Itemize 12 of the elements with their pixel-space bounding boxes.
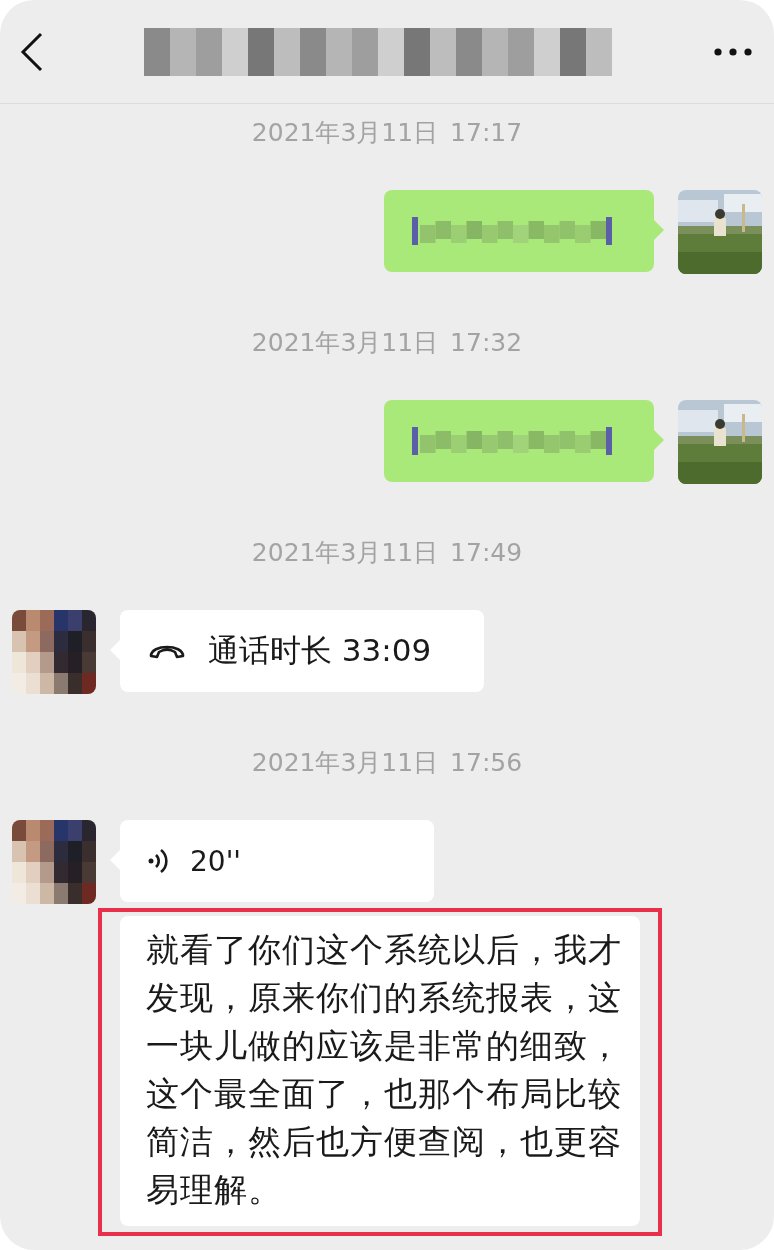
voice-bubble[interactable]: 20'' <box>120 820 434 902</box>
timestamp: 2021年3月11日 17:56 <box>251 748 523 778</box>
more-icon[interactable] <box>714 47 752 56</box>
voice-icon <box>148 846 168 876</box>
call-duration: 通话时长 33:09 <box>208 631 432 670</box>
back-icon[interactable] <box>20 31 44 72</box>
voice-duration: 20'' <box>190 844 242 878</box>
timestamp: 2021年3月11日 17:32 <box>251 328 523 358</box>
call-bubble[interactable]: 通话时长 33:09 <box>120 610 484 692</box>
timestamp: 2021年3月11日 17:49 <box>251 538 523 568</box>
timestamp: 2021年3月11日 17:17 <box>251 118 523 148</box>
voice-transcript: 就看了你们这个系统以后，我才发现，原来你们的系统报表，这一块儿做的应该是非常的细致，这个最全面了，也那个布局比较简洁，然后也方便查阅，也更容易理解。 <box>120 916 640 1226</box>
